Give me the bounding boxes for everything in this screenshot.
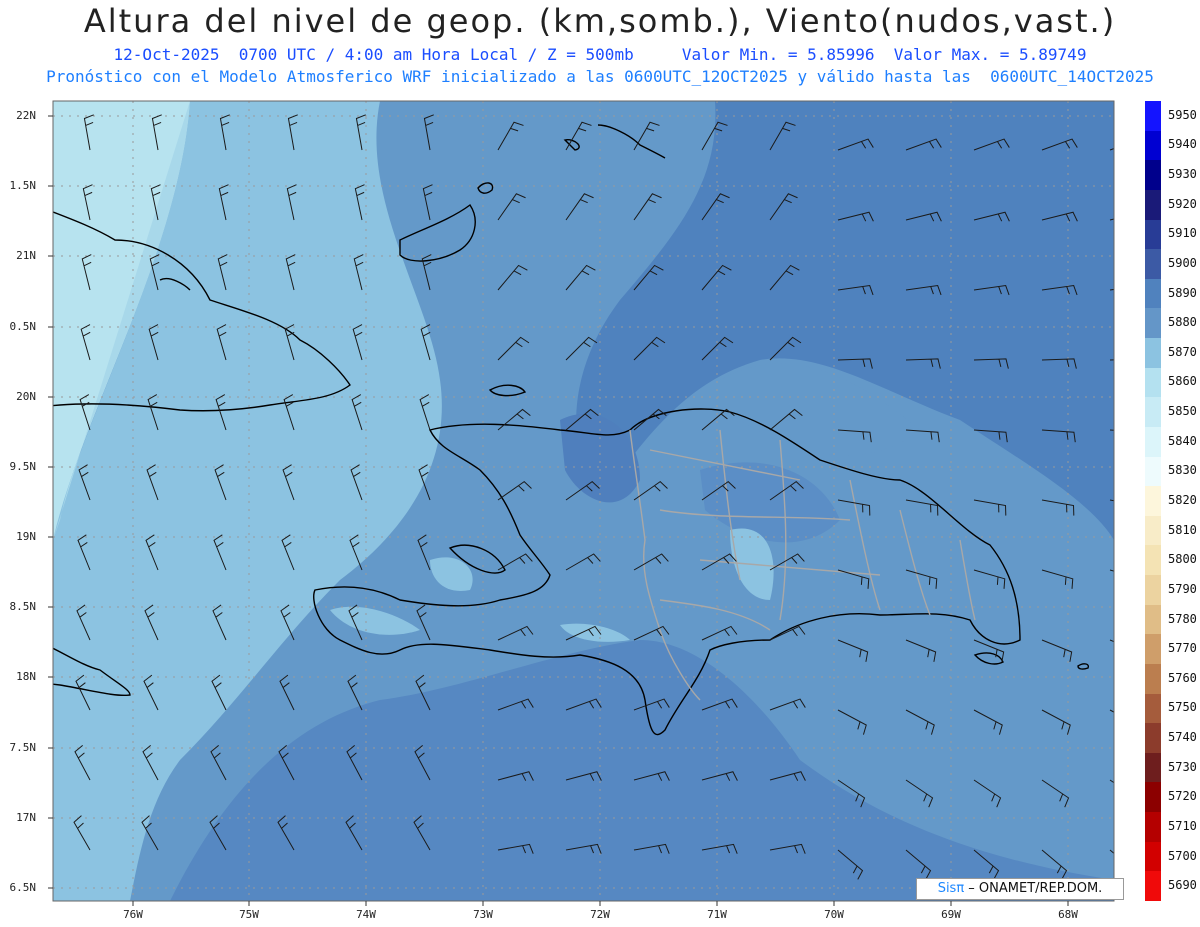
lat-label: 17N (16, 811, 36, 824)
lon-label: 75W (239, 908, 259, 921)
wind-barb (1109, 569, 1114, 572)
colorbar-label: 5710 (1168, 818, 1197, 833)
colorbar-label: 5940 (1168, 137, 1197, 152)
colorbar-swatch (1145, 338, 1161, 369)
lon-label: 76W (123, 908, 143, 921)
colorbar-label: 5770 (1168, 641, 1197, 656)
colorbar-swatch (1145, 812, 1161, 843)
colorbar-label: 5720 (1168, 789, 1197, 804)
colorbar-swatch (1145, 871, 1161, 902)
colorbar-swatch (1145, 782, 1161, 813)
colorbar-label: 5870 (1168, 344, 1197, 359)
colorbar-label: 5810 (1168, 522, 1197, 537)
colorbar-label: 5890 (1168, 285, 1197, 300)
colorbar-label: 5730 (1168, 759, 1197, 774)
colorbar-label: 5740 (1168, 730, 1197, 745)
lat-label: 1.5N (9, 179, 37, 192)
credit-box: Sisπ – ONAMET/REP.DOM. (916, 878, 1124, 900)
colorbar-label: 5880 (1168, 315, 1197, 330)
lat-label: 18N (16, 670, 36, 683)
lon-label: 73W (473, 908, 493, 921)
colorbar-swatch (1145, 693, 1161, 724)
colorbar-swatch (1145, 219, 1161, 250)
colorbar-label: 5930 (1168, 167, 1197, 182)
lat-label: 7.5N (9, 741, 37, 754)
colorbar-label: 5780 (1168, 611, 1197, 626)
colorbar-label: 5820 (1168, 493, 1197, 507)
colorbar-label: 5910 (1168, 226, 1197, 241)
lat-label: 0.5N (9, 320, 37, 333)
colorbar-swatch (1145, 367, 1161, 398)
colorbar-label: 5950 (1168, 107, 1197, 122)
colorbar-swatch (1145, 189, 1161, 220)
lon-label: 71W (707, 908, 727, 921)
colorbar-label: 5850 (1168, 404, 1197, 419)
colorbar-swatch (1145, 634, 1161, 665)
geopotential-map (48, 100, 1115, 906)
colorbar-label: 5830 (1168, 463, 1197, 478)
lat-label: 6.5N (9, 881, 37, 894)
lat-label: 20N (16, 390, 36, 403)
wind-barb (1109, 218, 1114, 221)
wind-barb (1109, 499, 1114, 502)
colorbar-swatch (1145, 486, 1161, 517)
colorbar-label: 5690 (1168, 878, 1197, 893)
lat-label: 9.5N (9, 460, 37, 473)
colorbar-swatch (1145, 278, 1161, 309)
colorbar-swatch (1145, 456, 1161, 487)
colorbar-label: 5920 (1168, 196, 1197, 211)
colorbar-swatch (1145, 545, 1161, 576)
colorbar-swatch (1145, 397, 1161, 428)
colorbar-swatch (1145, 130, 1161, 161)
lat-label: 21N (16, 249, 36, 262)
colorbar-label: 5860 (1168, 374, 1197, 389)
colorbar-label: 5750 (1168, 700, 1197, 715)
lon-label: 72W (590, 908, 610, 921)
colorbar-label: 5900 (1168, 255, 1197, 270)
colorbar-swatch (1145, 426, 1161, 457)
colorbar-swatch (1145, 308, 1161, 339)
lat-label: 22N (16, 109, 36, 122)
lon-label: 69W (941, 908, 961, 921)
wind-barb (1109, 429, 1114, 431)
colorbar-swatch (1145, 663, 1161, 694)
colorbar-label: 5840 (1168, 433, 1197, 448)
colorbar-swatch (1145, 515, 1161, 546)
colorbar-label: 5800 (1168, 552, 1197, 567)
colorbar-swatch (1145, 841, 1161, 872)
lon-label: 74W (356, 908, 376, 921)
colorbar-swatch (1145, 604, 1161, 635)
lat-label: 8.5N (9, 600, 37, 613)
colorbar-swatch (1145, 160, 1161, 191)
wind-barb (1109, 288, 1114, 291)
colorbar-swatch (1145, 101, 1161, 131)
colorbar-swatch (1145, 723, 1161, 754)
wind-barb (1109, 359, 1114, 361)
colorbar-swatch (1145, 575, 1161, 606)
lat-label: 19N (16, 530, 36, 543)
colorbar-label: 5760 (1168, 670, 1197, 685)
colorbar (1145, 101, 1161, 902)
geopotential-shading (53, 101, 1114, 901)
colorbar-swatch (1145, 752, 1161, 783)
colorbar-swatch (1145, 249, 1161, 280)
colorbar-label: 5700 (1168, 848, 1197, 863)
wind-barb (1109, 148, 1114, 151)
credit-text: – ONAMET/REP.DOM. (964, 881, 1103, 896)
colorbar-label: 5790 (1168, 581, 1197, 596)
lon-label: 68W (1058, 908, 1078, 921)
credit-brand: Sisπ (937, 881, 965, 896)
lon-label: 70W (824, 908, 844, 921)
